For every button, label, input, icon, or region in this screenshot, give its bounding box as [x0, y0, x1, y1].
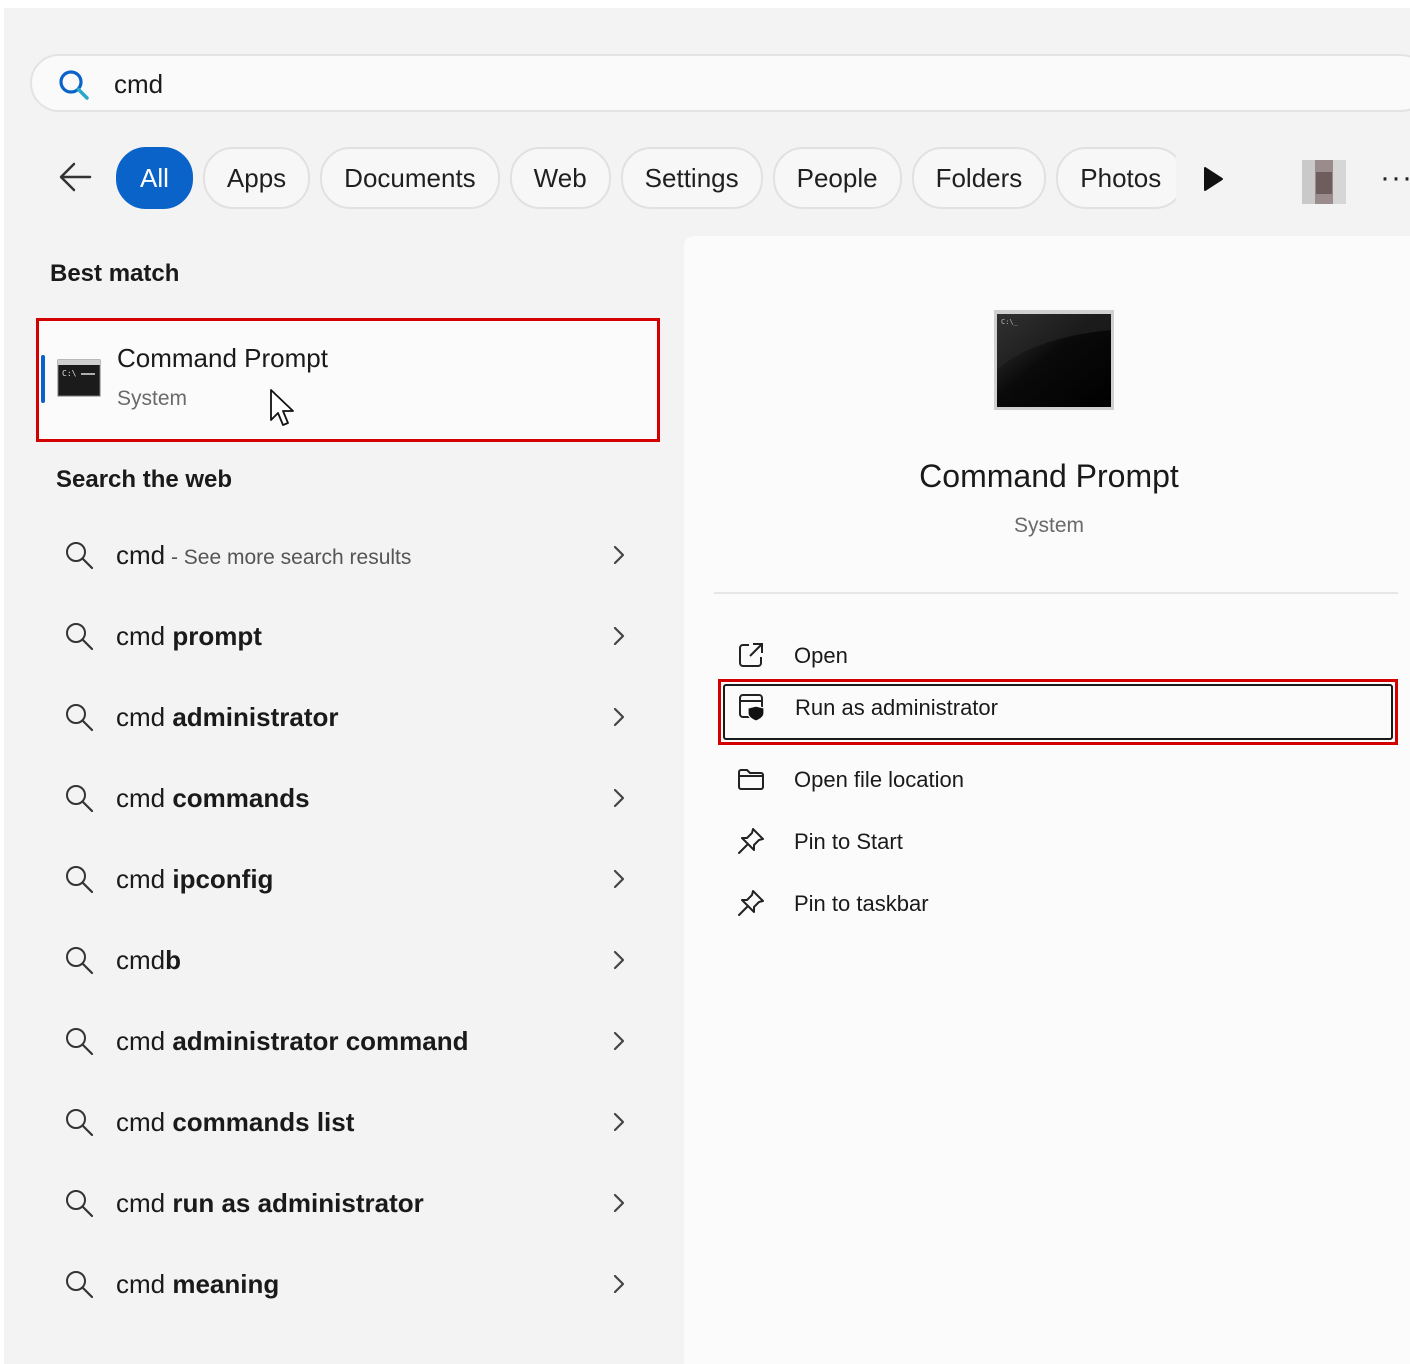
avatar[interactable]	[1302, 160, 1346, 204]
web-suggestion-item[interactable]: cmd administrator	[54, 680, 654, 761]
suggestion-prefix: cmd	[116, 783, 173, 813]
open-file-location-label: Open file location	[794, 767, 964, 792]
suggestion-prefix: cmd	[116, 540, 166, 570]
best-match-item[interactable]: C:\ Command Prompt System	[36, 318, 660, 442]
search-icon	[66, 1271, 94, 1299]
tab-documents[interactable]: Documents	[320, 147, 500, 209]
suggestion-bold: commands	[172, 783, 310, 813]
web-suggestions-list: cmd - See more search results cmd prompt…	[54, 518, 654, 1328]
suggestion-bold: ipconfig	[172, 864, 274, 894]
web-suggestion-item[interactable]: cmd meaning	[54, 1247, 654, 1328]
detail-title: Command Prompt	[919, 458, 1179, 494]
chevron-right-icon	[613, 707, 625, 727]
mouse-pointer-icon	[270, 389, 294, 426]
web-suggestion-item[interactable]: cmd commands	[54, 761, 654, 842]
search-icon	[59, 70, 89, 100]
command-prompt-large-icon: C:\_	[994, 310, 1114, 410]
open-file-location-action[interactable]: Open file location	[718, 752, 1398, 808]
tab-web[interactable]: Web	[509, 147, 611, 209]
web-suggestion-item[interactable]: cmdb	[54, 923, 654, 1004]
suggestion-hint: - See more search results	[165, 546, 412, 569]
suggestion-bold: commands list	[172, 1107, 355, 1137]
suggestion-bold: administrator command	[172, 1026, 469, 1056]
best-match-heading: Best match	[50, 260, 180, 287]
pin-to-taskbar-label: Pin to taskbar	[794, 891, 929, 916]
play-icon[interactable]	[1200, 166, 1226, 192]
chevron-right-icon	[613, 545, 625, 565]
web-suggestion-item[interactable]: cmd - See more search results	[54, 518, 654, 599]
suggestion-bold: prompt	[172, 621, 262, 651]
search-box[interactable]	[30, 54, 1410, 112]
suggestion-prefix: cmd	[116, 1107, 173, 1137]
suggestion-prefix: cmd	[116, 1269, 173, 1299]
web-suggestion-item[interactable]: cmd prompt	[54, 599, 654, 680]
chevron-right-icon	[613, 1193, 625, 1213]
suggestion-bold: administrator	[172, 702, 339, 732]
suggestion-bold: run as administrator	[172, 1188, 424, 1218]
suggestion-prefix: cmd	[116, 945, 166, 975]
suggestion-bold: meaning	[172, 1269, 280, 1299]
search-input[interactable]	[112, 64, 1116, 104]
search-icon	[66, 623, 94, 651]
suggestion-prefix: cmd	[116, 1188, 173, 1218]
tab-all[interactable]: All	[116, 147, 193, 209]
command-prompt-icon: C:\	[57, 359, 101, 397]
search-icon	[66, 785, 94, 813]
search-icon	[66, 1109, 94, 1137]
tab-photos[interactable]: Photos	[1056, 147, 1176, 209]
suggestion-prefix: cmd	[116, 621, 173, 651]
tab-people[interactable]: People	[772, 147, 902, 209]
search-icon	[66, 947, 94, 975]
open-action[interactable]: Open	[718, 628, 1398, 684]
web-suggestion-item[interactable]: cmd commands list	[54, 1085, 654, 1166]
svg-text:C:\_: C:\_	[1001, 318, 1019, 326]
chevron-right-icon	[613, 869, 625, 889]
web-suggestion-item[interactable]: cmd administrator command	[54, 1004, 654, 1085]
search-icon	[66, 704, 94, 732]
search-icon	[66, 866, 94, 894]
start-search-panel: AllAppsDocumentsWebSettingsPeopleFolders…	[4, 8, 1410, 1364]
pin-icon	[738, 890, 764, 916]
search-icon	[66, 542, 94, 570]
chevron-right-icon	[613, 1112, 625, 1132]
suggestion-prefix: cmd	[116, 702, 173, 732]
filter-tabs: All Apps Documents Web Settings People Folders…	[116, 147, 1176, 209]
pin-icon	[738, 828, 764, 854]
detail-subtitle: System	[1013, 514, 1084, 537]
chevron-right-icon	[613, 1274, 625, 1294]
best-match-subtitle: System	[117, 387, 188, 410]
run-as-administrator-label: Run as administrator	[795, 695, 998, 720]
open-external-icon	[739, 643, 763, 667]
tab-folders[interactable]: Folders	[911, 147, 1047, 209]
chevron-right-icon	[613, 788, 625, 808]
chevron-right-icon	[613, 1031, 625, 1051]
folder-icon	[738, 769, 764, 790]
suggestion-prefix: cmd	[116, 1026, 173, 1056]
suggestion-prefix: cmd	[116, 864, 173, 894]
pin-to-start-action[interactable]: Pin to Start	[718, 814, 1398, 870]
web-suggestion-item[interactable]: cmd run as administrator	[54, 1166, 654, 1247]
tab-settings[interactable]: Settings	[620, 147, 763, 209]
run-as-administrator-action[interactable]: Run as administrator	[718, 679, 1398, 745]
more-options-button[interactable]: ···	[1380, 163, 1410, 193]
back-arrow-icon[interactable]	[54, 156, 96, 198]
divider	[714, 592, 1398, 594]
open-label: Open	[794, 643, 848, 668]
best-match-title: Command Prompt	[117, 343, 328, 373]
search-icon	[66, 1028, 94, 1056]
svg-text:C:\: C:\	[62, 369, 77, 378]
pin-to-start-label: Pin to Start	[794, 829, 903, 854]
web-suggestion-item[interactable]: cmd ipconfig	[54, 842, 654, 923]
chevron-right-icon	[613, 950, 625, 970]
detail-pane: C:\_ Command Prompt System Open Run as a…	[684, 236, 1410, 1364]
search-web-heading: Search the web	[56, 466, 233, 493]
search-icon	[66, 1190, 94, 1218]
selection-indicator	[41, 355, 45, 403]
pin-to-taskbar-action[interactable]: Pin to taskbar	[718, 876, 1398, 932]
shield-window-icon	[739, 694, 765, 722]
tab-apps[interactable]: Apps	[202, 147, 311, 209]
suggestion-bold: b	[165, 945, 182, 975]
chevron-right-icon	[613, 626, 625, 646]
